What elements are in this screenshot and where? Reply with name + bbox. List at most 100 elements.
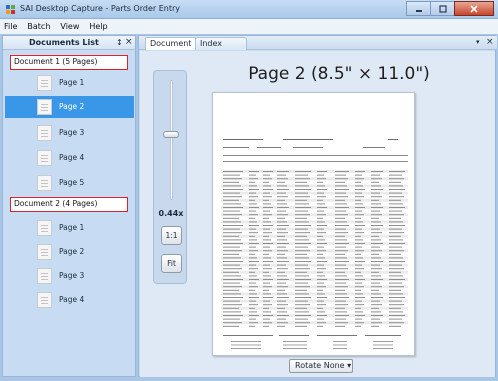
print-line: [373, 341, 393, 342]
print-line: [371, 210, 380, 212]
print-line: [295, 293, 309, 295]
menu-view[interactable]: View: [60, 22, 79, 31]
print-line: [389, 171, 405, 172]
print-line: [249, 271, 255, 273]
print-line: [335, 228, 346, 230]
print-line: [389, 189, 405, 190]
doc2-page-4[interactable]: Page 4: [5, 289, 134, 311]
print-line: [371, 286, 382, 288]
print-line: [223, 322, 242, 324]
print-line: [249, 178, 258, 180]
print-line: [277, 196, 288, 198]
print-line: [295, 185, 309, 187]
menu-file[interactable]: File: [4, 22, 17, 31]
doc1-page-4[interactable]: Page 4: [5, 147, 134, 169]
print-line: [371, 214, 382, 216]
zoom-slider-track[interactable]: [170, 80, 173, 200]
menu-help[interactable]: Help: [89, 22, 107, 31]
print-line: [335, 217, 345, 219]
print-line: [389, 192, 402, 194]
print-line: [223, 275, 241, 277]
print-line: [223, 271, 239, 273]
print-line: [335, 257, 347, 259]
page-thumbnail-icon: [37, 125, 52, 141]
print-line: [263, 322, 272, 324]
print-line: [277, 250, 288, 252]
print-line: [249, 257, 257, 259]
print-line: [295, 232, 310, 234]
print-line: [333, 344, 347, 346]
doc1-page-5[interactable]: Page 5: [5, 172, 134, 194]
print-line: [355, 325, 361, 327]
print-line: [249, 185, 257, 187]
print-line: [223, 199, 239, 201]
print-line: [389, 207, 405, 208]
zoom-fit-button[interactable]: Fit: [161, 254, 182, 273]
print-line: [317, 253, 323, 255]
rotate-label: Rotate None: [295, 361, 345, 370]
print-line: [335, 185, 347, 187]
print-line: [277, 203, 287, 205]
page-label: Page 2: [59, 102, 85, 111]
print-line: [263, 304, 272, 306]
document-1-header[interactable]: Document 1 (5 Pages): [10, 55, 128, 70]
print-line: [317, 282, 324, 284]
print-line: [371, 264, 380, 266]
maximize-button[interactable]: [430, 1, 454, 16]
print-line: [223, 232, 242, 234]
print-line: [249, 214, 258, 216]
tab-dropdown-icon[interactable]: ▾: [476, 38, 480, 46]
tab-index-data[interactable]: Index Data: [195, 37, 247, 59]
print-line: [355, 286, 364, 288]
zoom-level-label: 0.44x: [158, 209, 184, 218]
print-line: [223, 217, 239, 219]
print-line: [355, 178, 364, 180]
print-line: [371, 196, 382, 198]
menu-batch[interactable]: Batch: [27, 22, 50, 31]
print-line: [317, 181, 323, 183]
print-line: [277, 300, 286, 302]
minimize-button[interactable]: [406, 1, 430, 16]
print-line: [371, 243, 383, 244]
print-line: [223, 178, 242, 180]
page-label: Page 4: [59, 153, 85, 162]
print-line: [371, 279, 383, 280]
print-line: [223, 147, 249, 148]
print-line: [231, 341, 261, 342]
print-line: [335, 214, 348, 216]
doc1-page-1[interactable]: Page 1: [5, 72, 134, 94]
document-2-header[interactable]: Document 2 (4 Pages): [10, 197, 128, 212]
print-line: [335, 286, 348, 288]
doc2-page-2[interactable]: Page 2: [5, 241, 134, 263]
pin-icon[interactable]: ↕: [116, 38, 123, 47]
rotate-dropdown[interactable]: Rotate None ▾: [289, 359, 353, 373]
zoom-1-to-1-button[interactable]: 1:1: [161, 226, 182, 245]
doc2-page-1[interactable]: Page 1: [5, 217, 134, 239]
print-line: [371, 246, 380, 248]
print-line: [371, 235, 379, 237]
print-line: [263, 286, 272, 288]
print-line: [389, 304, 404, 306]
print-line: [263, 207, 273, 208]
doc1-page-2[interactable]: Page 2: [5, 96, 134, 118]
doc1-page-3[interactable]: Page 3: [5, 122, 134, 144]
print-line: [263, 192, 270, 194]
print-line: [223, 286, 242, 288]
tab-document[interactable]: Document: [145, 37, 197, 50]
panel-close-icon[interactable]: ×: [125, 37, 133, 47]
print-line: [277, 178, 288, 180]
tab-close-icon[interactable]: ×: [486, 37, 494, 47]
print-line: [223, 257, 241, 259]
print-line: [317, 315, 327, 316]
print-line: [371, 304, 382, 306]
close-window-button[interactable]: [454, 1, 494, 16]
print-line: [389, 282, 402, 284]
print-line: [295, 178, 310, 180]
zoom-slider-thumb[interactable]: [163, 131, 179, 138]
print-line: [389, 185, 403, 187]
doc2-page-3[interactable]: Page 3: [5, 265, 134, 287]
print-line: [295, 311, 309, 313]
page-thumbnail-icon: [37, 99, 52, 115]
print-line: [355, 253, 361, 255]
print-line: [335, 307, 345, 309]
